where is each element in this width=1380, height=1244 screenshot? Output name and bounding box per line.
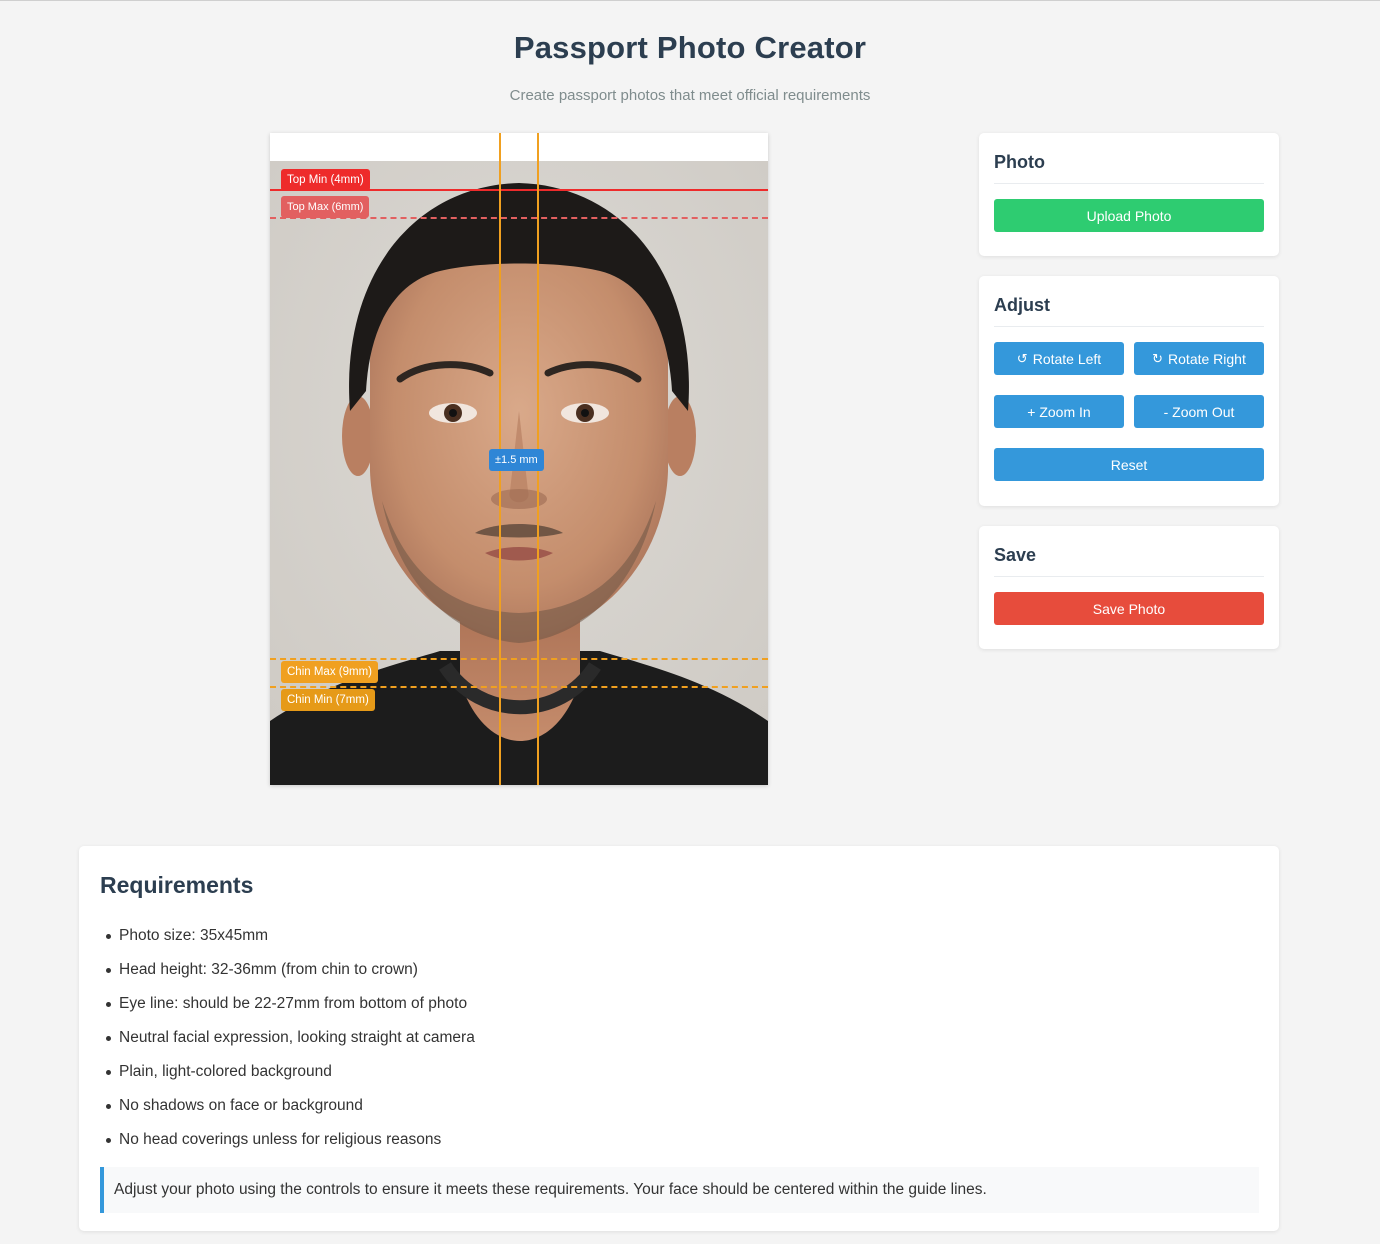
upload-photo-button[interactable]: Upload Photo — [994, 199, 1264, 232]
reset-label: Reset — [1110, 456, 1148, 473]
requirements-title: Requirements — [100, 872, 254, 898]
requirements-list: Photo size: 35x45mm Head height: 32-36mm… — [100, 919, 1259, 1157]
page-title: Passport Photo Creator — [513, 30, 867, 65]
rotate-right-label: Rotate Right — [1168, 350, 1246, 367]
center-tolerance-badge: ±1.5 mm — [489, 449, 544, 471]
top-max-label: Top Max (6mm) — [281, 196, 370, 218]
reset-button[interactable]: Reset — [994, 448, 1264, 481]
requirements-section: Requirements Photo size: 35x45mm Head he… — [79, 846, 1279, 1231]
zoom-in-button[interactable]: + Zoom In — [994, 395, 1124, 428]
list-item: Eye line: should be 22-27mm from bottom … — [100, 987, 1259, 1021]
chin-min-label: Chin Min (7mm) — [281, 689, 375, 711]
upload-photo-label: Upload Photo — [1086, 207, 1172, 224]
save-panel: Save Save Photo — [979, 526, 1279, 649]
top-min-label: Top Min (4mm) — [281, 169, 370, 191]
rotate-left-label: Rotate Left — [1032, 350, 1102, 367]
list-item: Head height: 32-36mm (from chin to crown… — [100, 953, 1259, 987]
rotate-right-icon: ↻ — [1152, 350, 1164, 366]
photo-panel-title: Photo — [994, 133, 1264, 184]
page-subtitle: Create passport photos that meet officia… — [509, 87, 871, 104]
adjust-panel: Adjust ↺ Rotate Left ↻ Rotate Right + Zo… — [979, 276, 1279, 506]
chin-min-guide-line — [270, 686, 768, 688]
save-photo-label: Save Photo — [1092, 600, 1166, 617]
photo-panel: Photo Upload Photo — [979, 133, 1279, 256]
list-item: Plain, light-colored background — [100, 1055, 1259, 1089]
chin-max-guide-line — [270, 658, 768, 660]
rotate-left-icon: ↺ — [1016, 350, 1028, 366]
zoom-out-button[interactable]: - Zoom Out — [1134, 395, 1264, 428]
rotate-left-button[interactable]: ↺ Rotate Left — [994, 342, 1124, 375]
list-item: Photo size: 35x45mm — [100, 919, 1259, 953]
page-header: Passport Photo Creator Create passport p… — [0, 1, 1380, 104]
requirements-note: Adjust your photo using the controls to … — [100, 1167, 1259, 1213]
list-item: No shadows on face or background — [100, 1089, 1259, 1123]
list-item: Neutral facial expression, looking strai… — [100, 1021, 1259, 1055]
adjust-panel-title: Adjust — [994, 276, 1264, 327]
save-photo-button[interactable]: Save Photo — [994, 592, 1264, 625]
photo-preview[interactable]: Top Min (4mm) Top Max (6mm) Chin Max (9m… — [270, 133, 768, 785]
rotate-right-button[interactable]: ↻ Rotate Right — [1134, 342, 1264, 375]
chin-max-label: Chin Max (9mm) — [281, 661, 378, 683]
zoom-out-label: - Zoom Out — [1163, 403, 1235, 420]
list-item: No head coverings unless for religious r… — [100, 1123, 1259, 1157]
save-panel-title: Save — [994, 526, 1264, 577]
zoom-in-label: + Zoom In — [1027, 403, 1091, 420]
